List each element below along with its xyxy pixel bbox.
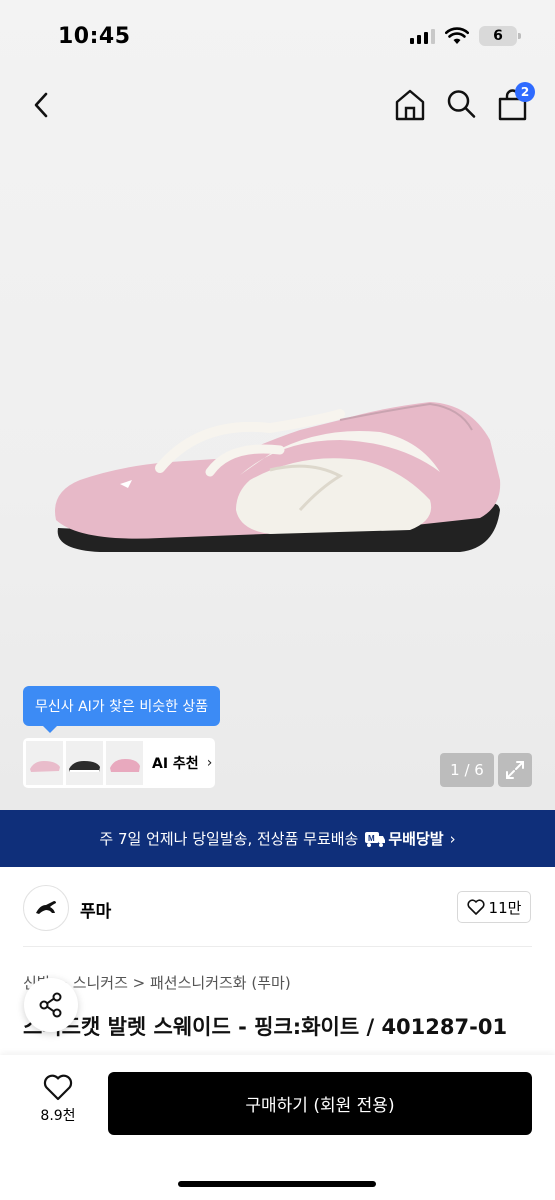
ai-thumb[interactable] [106, 741, 143, 785]
ai-recommend-label: AI 추천 [152, 756, 199, 772]
back-icon [34, 92, 48, 118]
wishlist-count: 8.9천 [40, 1108, 76, 1124]
cart-button[interactable]: 2 [497, 82, 535, 122]
heart-icon [467, 899, 485, 915]
status-icons: 6 [410, 26, 521, 46]
chevron-right-icon: › [449, 829, 456, 848]
ai-recommend-tooltip[interactable]: 무신사 AI가 찾은 비슷한 상품 [23, 686, 221, 733]
puma-logo [36, 901, 56, 914]
status-time: 10:45 [58, 24, 131, 49]
ai-recommend-card[interactable]: AI 추천 › [23, 738, 215, 788]
bottom-bar: 8.9천 구매하기 (회원 전용) [0, 1055, 555, 1200]
signal-icon [410, 28, 435, 44]
search-button[interactable] [446, 88, 476, 120]
cart-count-badge: 2 [515, 82, 535, 102]
delivery-badge-label: 무배당발 [388, 830, 444, 848]
delivery-badge: M 무배당발 [364, 828, 444, 849]
truck-icon: M [365, 831, 386, 847]
battery-icon: 6 [479, 26, 521, 46]
search-icon [447, 90, 476, 118]
delivery-banner[interactable]: 주 7일 언제나 당일발송, 전상품 무료배송 M 무배당발 › [0, 810, 555, 867]
product-gallery[interactable]: 10:45 6 2 무신사 AI가 찾은 비슷한 상품 AI 추천 › 1 / … [0, 0, 555, 810]
page-counter: 1 / 6 [440, 753, 494, 787]
heart-icon [43, 1074, 73, 1101]
chevron-right-icon: › [206, 755, 213, 771]
share-icon [39, 992, 62, 1018]
product-image[interactable] [40, 380, 510, 560]
home-icon [395, 89, 425, 121]
ai-thumb[interactable] [26, 741, 63, 785]
divider [23, 946, 532, 947]
back-button[interactable] [28, 88, 58, 122]
ai-thumb[interactable] [66, 741, 103, 785]
expand-icon [506, 761, 524, 779]
home-button[interactable] [394, 88, 426, 122]
share-button[interactable] [24, 978, 78, 1032]
brand-name[interactable]: 푸마 [80, 897, 111, 922]
svg-text:M: M [368, 834, 375, 843]
brand-like-button[interactable]: 11만 [457, 891, 531, 923]
delivery-text: 주 7일 언제나 당일발송, 전상품 무료배송 [99, 830, 359, 848]
home-indicator [178, 1181, 376, 1187]
wifi-icon [445, 27, 469, 44]
expand-button[interactable] [498, 753, 532, 787]
wishlist-button[interactable]: 8.9천 [30, 1073, 86, 1133]
brand-logo[interactable] [23, 885, 69, 931]
buy-button[interactable]: 구매하기 (회원 전용) [108, 1072, 532, 1135]
brand-like-count: 11만 [488, 898, 522, 917]
